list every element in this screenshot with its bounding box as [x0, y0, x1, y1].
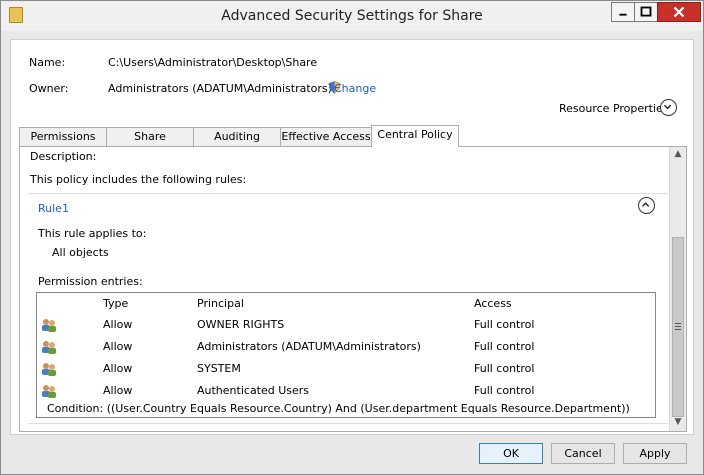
change-owner-link[interactable]: Change: [334, 82, 376, 95]
tab-central-policy[interactable]: Central Policy: [371, 125, 459, 147]
user-group-icon: [42, 385, 56, 398]
entry-type: Allow: [103, 340, 133, 353]
maximize-button[interactable]: [634, 2, 658, 22]
policy-rules-text: This policy includes the following rules…: [30, 173, 247, 186]
chevron-up-icon: [642, 202, 650, 207]
scroll-thumb[interactable]: [672, 237, 684, 417]
table-row[interactable]: Allow SYSTEM Full control: [37, 358, 655, 380]
chevron-down-icon: [664, 104, 672, 110]
security-settings-window: Advanced Security Settings for Share Nam…: [0, 0, 704, 475]
maximize-icon: [640, 6, 652, 17]
dialog-content: Name: C:\Users\Administrator\Desktop\Sha…: [10, 39, 694, 435]
entry-type: Allow: [103, 318, 133, 331]
condition-text: Condition: ((User.Country Equals Resourc…: [47, 402, 630, 415]
table-row[interactable]: Allow Authenticated Users Full control: [37, 380, 655, 402]
apply-button[interactable]: Apply: [623, 443, 687, 464]
user-group-icon: [42, 341, 56, 354]
close-button[interactable]: [657, 2, 701, 22]
user-group-icon: [42, 319, 56, 332]
tab-share[interactable]: Share: [106, 127, 194, 146]
permission-entries-list[interactable]: Type Principal Access Allow OWNER RIGHTS…: [36, 292, 656, 418]
name-label: Name:: [29, 56, 66, 69]
entry-access: Full control: [474, 340, 535, 353]
entry-principal: OWNER RIGHTS: [197, 318, 285, 331]
description-label: Description:: [30, 150, 97, 163]
permission-entries-label: Permission entries:: [38, 275, 143, 288]
tab-effective-access[interactable]: Effective Access: [280, 127, 372, 146]
scroll-up-icon[interactable]: ▲: [672, 149, 684, 161]
title-bar[interactable]: Advanced Security Settings for Share: [1, 1, 703, 31]
minimize-icon: [619, 13, 627, 16]
scroll-down-icon[interactable]: ▼: [672, 417, 684, 429]
entry-type: Allow: [103, 362, 133, 375]
rule-title[interactable]: Rule1: [38, 202, 69, 215]
column-header-type[interactable]: Type: [103, 297, 128, 310]
resource-properties-expand-button[interactable]: [660, 99, 677, 116]
vertical-scrollbar[interactable]: ▲ ▼: [669, 147, 686, 431]
entry-type: Allow: [103, 384, 133, 397]
entry-access: Full control: [474, 362, 535, 375]
table-row[interactable]: Allow Administrators (ADATUM\Administrat…: [37, 336, 655, 358]
entry-access: Full control: [474, 384, 535, 397]
user-group-icon: [42, 363, 56, 376]
resource-properties-label[interactable]: Resource Properties: [559, 102, 669, 115]
entry-principal: Administrators (ADATUM\Administrators): [197, 340, 421, 353]
close-icon: [673, 6, 685, 18]
entry-principal: SYSTEM: [197, 362, 241, 375]
minimize-button[interactable]: [611, 2, 635, 22]
tab-auditing[interactable]: Auditing: [193, 127, 281, 146]
bottom-divider: [28, 423, 668, 424]
rule-applies-label: This rule applies to:: [38, 227, 147, 240]
section-divider: [28, 193, 668, 194]
cancel-button[interactable]: Cancel: [551, 443, 615, 464]
table-row[interactable]: Allow OWNER RIGHTS Full control: [37, 314, 655, 336]
window-title: Advanced Security Settings for Share: [221, 8, 483, 24]
tab-permissions[interactable]: Permissions: [19, 127, 107, 146]
name-value: C:\Users\Administrator\Desktop\Share: [108, 56, 318, 69]
central-policy-panel: Description: This policy includes the fo…: [19, 146, 687, 432]
entry-principal: Authenticated Users: [197, 384, 310, 397]
owner-label: Owner:: [29, 82, 69, 95]
column-header-access[interactable]: Access: [474, 297, 512, 310]
rule-applies-value: All objects: [52, 246, 109, 259]
entry-access: Full control: [474, 318, 535, 331]
owner-value: Administrators (ADATUM\Administrators): [108, 82, 332, 95]
rule-collapse-button[interactable]: [638, 197, 655, 214]
column-header-principal[interactable]: Principal: [197, 297, 244, 310]
ok-button[interactable]: OK: [479, 443, 543, 464]
